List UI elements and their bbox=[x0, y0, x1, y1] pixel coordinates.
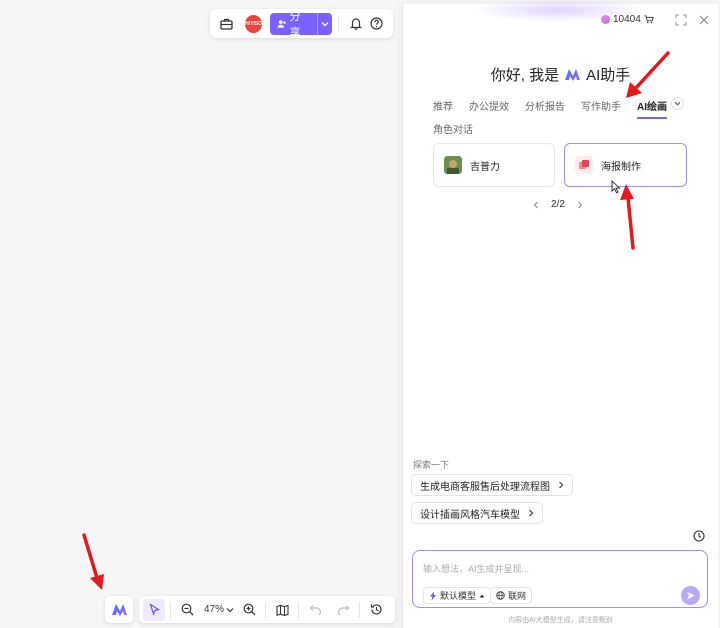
card-poster-making[interactable]: 海报制作 bbox=[564, 143, 687, 187]
suggestion-label: 生成电商客服售后处理流程图 bbox=[420, 481, 550, 493]
web-search-toggle[interactable]: 联网 bbox=[490, 587, 533, 604]
send-button[interactable] bbox=[681, 586, 700, 605]
select-tool-icon[interactable] bbox=[143, 598, 165, 621]
share-button[interactable]: 分享 bbox=[270, 12, 333, 35]
poster-icon bbox=[575, 156, 593, 174]
web-label: 联网 bbox=[508, 591, 527, 601]
avatar[interactable]: HIYISO bbox=[244, 14, 263, 33]
prompt-placeholder: 输入想法，AI生成并呈现... bbox=[423, 564, 530, 574]
chevron-down-icon[interactable] bbox=[226, 607, 234, 613]
annotation-arrow-icon bbox=[626, 51, 670, 98]
model-selector[interactable]: 默认模型 bbox=[423, 587, 492, 604]
history-icon[interactable] bbox=[693, 530, 705, 542]
caret-up-icon bbox=[479, 594, 485, 597]
top-toolbar: HIYISO 分享 bbox=[210, 9, 393, 38]
model-label: 默认模型 bbox=[440, 591, 477, 601]
zoom-out-icon[interactable] bbox=[176, 599, 198, 621]
explore-title: 探索一下 bbox=[413, 460, 450, 470]
divider bbox=[265, 601, 267, 618]
expand-icon[interactable] bbox=[675, 14, 687, 26]
cart-icon bbox=[644, 15, 654, 24]
suggestion-item[interactable]: 生成电商客服售后处理流程图 bbox=[411, 474, 573, 496]
card-label: 海报制作 bbox=[601, 161, 641, 173]
jipuli-thumbnail-icon bbox=[444, 156, 462, 174]
annotation-arrow-icon bbox=[620, 184, 635, 250]
page-indicator: 2/2 bbox=[551, 199, 565, 210]
ai-logo-icon bbox=[565, 69, 581, 81]
greeting-prefix: 你好, 我是 bbox=[490, 67, 560, 84]
map-icon[interactable] bbox=[271, 599, 293, 621]
credit-value: 10404 bbox=[613, 14, 641, 25]
zoom-level[interactable]: 47% bbox=[204, 604, 224, 615]
divider bbox=[298, 601, 300, 618]
tab-writing[interactable]: 写作助手 bbox=[581, 98, 621, 119]
chevron-right-icon bbox=[529, 509, 534, 517]
toolbox-icon[interactable] bbox=[216, 13, 237, 35]
card-jipuli[interactable]: 吉普力 bbox=[433, 143, 555, 187]
tab-recommend[interactable]: 推荐 bbox=[433, 98, 453, 119]
card-label: 吉普力 bbox=[470, 161, 500, 173]
tab-office[interactable]: 办公提效 bbox=[469, 98, 509, 119]
category-tabs: 推荐 办公提效 分析报告 写作助手 AI绘画 bbox=[433, 98, 683, 119]
help-icon[interactable] bbox=[366, 13, 387, 35]
ai-logo-icon bbox=[111, 604, 127, 616]
close-icon[interactable] bbox=[698, 14, 710, 26]
divider bbox=[359, 601, 361, 618]
send-icon bbox=[686, 591, 695, 599]
suggestion-item[interactable]: 设计插画风格汽车模型 bbox=[411, 502, 543, 524]
credit-balance[interactable]: 10404 bbox=[601, 14, 654, 25]
pagination: 2/2 bbox=[533, 199, 583, 210]
suggestion-label: 设计插画风格汽车模型 bbox=[420, 509, 520, 521]
prompt-input[interactable]: 输入想法，AI生成并呈现... 默认模型 联网 bbox=[412, 550, 708, 608]
chevron-down-icon bbox=[674, 101, 681, 106]
tab-ai-drawing[interactable]: AI绘画 bbox=[637, 98, 667, 119]
annotation-arrow-icon bbox=[82, 533, 104, 590]
ai-assistant-launcher[interactable] bbox=[105, 596, 133, 623]
gem-icon bbox=[601, 15, 610, 24]
whiteboard-canvas[interactable] bbox=[0, 0, 402, 628]
globe-icon bbox=[496, 591, 505, 600]
divider bbox=[170, 601, 171, 618]
chevron-right-icon bbox=[559, 481, 564, 489]
tabs-more-button[interactable] bbox=[671, 97, 684, 110]
zoom-in-icon[interactable] bbox=[238, 599, 260, 621]
chevron-left-icon[interactable] bbox=[533, 201, 539, 209]
divider bbox=[338, 15, 340, 32]
bell-icon[interactable] bbox=[345, 13, 366, 35]
share-label: 分享 bbox=[289, 12, 301, 35]
share-dropdown[interactable] bbox=[317, 12, 332, 35]
disclaimer: 内容由AI大模型生成，请注意甄别 bbox=[508, 617, 613, 624]
bottom-toolbar: 47% bbox=[139, 596, 395, 623]
redo-icon[interactable] bbox=[332, 599, 354, 621]
user-add-icon bbox=[277, 19, 286, 28]
undo-icon[interactable] bbox=[304, 599, 326, 621]
chevron-down-icon bbox=[321, 21, 329, 26]
history-icon[interactable] bbox=[365, 599, 387, 621]
chevron-right-icon[interactable] bbox=[577, 201, 583, 209]
lightning-icon bbox=[430, 591, 436, 600]
tab-role-chat[interactable]: 角色对话 bbox=[433, 121, 473, 136]
tab-analysis[interactable]: 分析报告 bbox=[525, 98, 565, 119]
